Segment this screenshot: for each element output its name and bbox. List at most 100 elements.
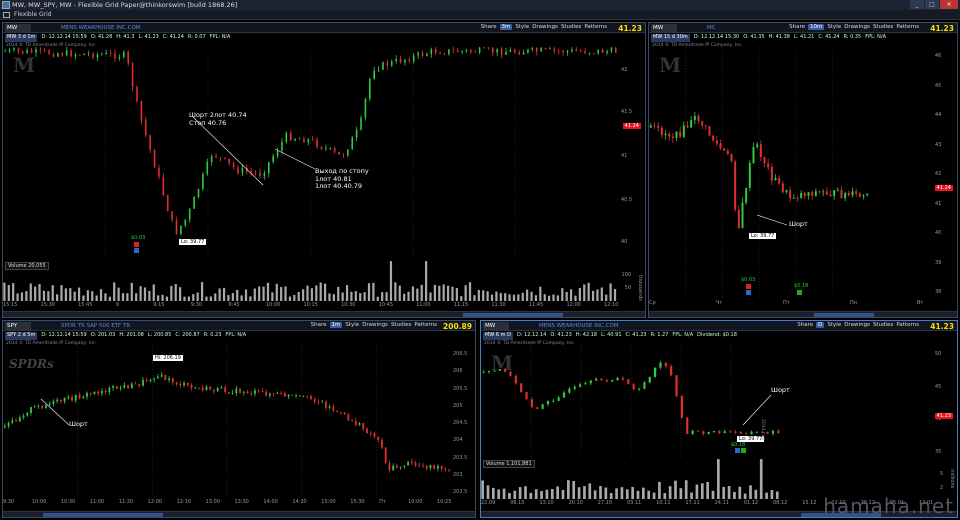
scroll-thumb[interactable] <box>814 313 874 317</box>
panel-header: MW MENS WEARHOUSE INC.COM Share D Style … <box>481 321 957 331</box>
minimize-button[interactable]: _ <box>910 0 924 9</box>
candle-body <box>342 154 345 156</box>
event-marker-icon[interactable] <box>741 448 746 453</box>
studies-button[interactable]: Studies <box>873 24 893 30</box>
candle-body <box>70 50 72 57</box>
event-marker-icon[interactable] <box>735 448 740 453</box>
volume-chart[interactable] <box>481 457 933 499</box>
candle-body <box>276 393 279 394</box>
candle-body <box>509 371 512 376</box>
candle-body <box>257 390 260 392</box>
dividend-marker[interactable]: $0.18 <box>794 283 808 289</box>
drawings-button[interactable]: Drawings <box>844 24 870 30</box>
event-marker-icon[interactable] <box>746 290 751 295</box>
maximize-button[interactable]: □ <box>925 0 939 9</box>
share-button[interactable]: Share <box>311 322 327 328</box>
symbol-input[interactable]: MW <box>651 23 677 32</box>
event-marker-icon[interactable] <box>797 290 802 295</box>
studies-button[interactable]: Studies <box>561 24 581 30</box>
volume-bar <box>561 288 564 301</box>
volume-bar <box>775 491 779 499</box>
candle-body <box>781 183 784 193</box>
patterns-button[interactable]: Patterns <box>584 24 607 30</box>
volume-bar <box>56 294 59 301</box>
time-tick: 11:30 <box>118 499 134 505</box>
candlestick-chart[interactable] <box>481 345 933 457</box>
dividend-marker[interactable]: $0.03 <box>741 277 755 283</box>
candle-body <box>836 189 839 191</box>
style-button[interactable]: Style <box>515 24 529 30</box>
time-tick: 11:30 <box>491 302 506 308</box>
price-tick: 46 <box>935 53 942 59</box>
close-button[interactable]: × <box>940 0 958 9</box>
style-button[interactable]: Style <box>345 322 359 328</box>
volume-bar <box>337 286 340 301</box>
info-dividend: Dividend: $0.18 <box>697 332 737 338</box>
candle-body <box>136 86 138 102</box>
candlestick-chart[interactable] <box>649 47 931 297</box>
horizontal-scrollbar[interactable] <box>649 311 957 317</box>
drawings-button[interactable]: Drawings <box>844 322 870 328</box>
dividend-marker[interactable]: $0.03 <box>131 235 145 241</box>
time-tick: 9:45 <box>228 302 240 308</box>
candle-body <box>8 49 11 52</box>
candle-body <box>183 382 185 386</box>
volume-bar <box>504 293 507 301</box>
patterns-button[interactable]: Patterns <box>896 24 919 30</box>
volume-tick: 50 <box>624 285 631 291</box>
candle-body <box>328 406 331 408</box>
candle-body <box>231 393 234 394</box>
candle-body <box>239 388 241 393</box>
volume-bar <box>73 291 76 301</box>
studies-button[interactable]: Studies <box>873 322 893 328</box>
candle-body <box>144 120 147 136</box>
candle-body <box>595 378 598 381</box>
patterns-button[interactable]: Patterns <box>414 322 437 328</box>
patterns-button[interactable]: Patterns <box>896 322 919 328</box>
share-button[interactable]: Share <box>797 322 813 328</box>
info-close: C: 200.87 <box>175 332 200 338</box>
event-marker-icon[interactable] <box>134 248 139 253</box>
candle-body <box>767 163 770 168</box>
candle-body <box>701 121 704 126</box>
info-date: D: 12.12.14 15:59 <box>41 34 87 40</box>
candle-body <box>313 399 316 402</box>
volume-bar <box>583 284 586 301</box>
volume-bar <box>550 489 554 499</box>
candlestick-chart[interactable] <box>3 47 618 259</box>
company-name: MC <box>707 24 716 31</box>
volume-chart[interactable] <box>3 259 618 301</box>
style-button[interactable]: Style <box>827 322 841 328</box>
volume-bar <box>695 484 699 499</box>
candle-body <box>840 189 843 199</box>
studies-button[interactable]: Studies <box>391 322 411 328</box>
volume-bar <box>367 283 371 301</box>
drawings-button[interactable]: Drawings <box>532 24 558 30</box>
volume-bar <box>588 483 592 499</box>
candle-body <box>818 191 821 193</box>
candle-body <box>408 59 411 62</box>
event-marker-icon[interactable] <box>746 284 751 289</box>
share-button[interactable]: Share <box>789 24 805 30</box>
volume-bar <box>385 292 388 301</box>
symbol-input[interactable]: SPY <box>5 321 31 330</box>
timeframe-button[interactable]: 3m <box>499 24 513 30</box>
flexible-grid-button[interactable]: Flexible Grid <box>14 11 52 18</box>
scroll-thumb[interactable] <box>463 313 563 317</box>
symbol-input[interactable]: MW <box>483 321 509 330</box>
candle-body <box>605 380 608 382</box>
timeframe-button[interactable]: D <box>816 322 825 328</box>
scroll-thumb[interactable] <box>43 513 163 517</box>
style-button[interactable]: Style <box>827 24 841 30</box>
symbol-input[interactable]: MW <box>5 23 31 32</box>
volume-bar <box>684 480 688 499</box>
horizontal-scrollbar[interactable] <box>3 511 475 517</box>
timeframe-button[interactable]: 1m <box>329 322 343 328</box>
share-button[interactable]: Share <box>481 24 497 30</box>
event-marker-icon[interactable] <box>134 242 139 247</box>
timeframe-button[interactable]: 10m <box>808 24 825 30</box>
candle-body <box>48 403 51 405</box>
horizontal-scrollbar[interactable] <box>3 311 645 317</box>
drawings-button[interactable]: Drawings <box>362 322 388 328</box>
candle-body <box>518 52 520 55</box>
